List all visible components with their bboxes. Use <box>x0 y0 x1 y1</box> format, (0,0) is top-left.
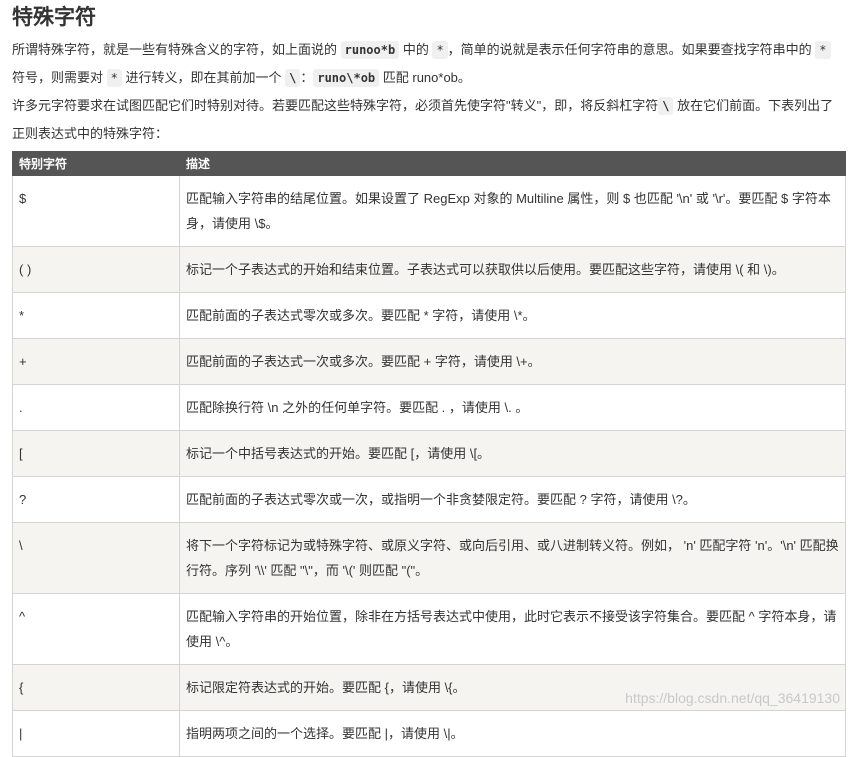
text-run: 符号，则需要对 <box>12 70 107 85</box>
cell-desc: 将下一个字符标记为或特殊字符、或原义字符、或向后引用、或八进制转义符。例如， '… <box>179 522 846 594</box>
table-row: ( ) 标记一个子表达式的开始和结束位置。子表达式可以获取供以后使用。要匹配这些… <box>12 246 846 293</box>
cell-desc: 匹配前面的子表达式零次或多次。要匹配 * 字符，请使用 \*。 <box>179 292 846 339</box>
inline-code: * <box>106 69 122 87</box>
table-row: [ 标记一个中括号表达式的开始。要匹配 [，请使用 \[。 <box>12 430 846 477</box>
text-run: ： <box>300 70 314 85</box>
cell-desc: 标记一个子表达式的开始和结束位置。子表达式可以获取供以后使用。要匹配这些字符，请… <box>179 246 846 293</box>
inline-code: runo\*ob <box>313 69 380 87</box>
text-run: 匹配 runo*ob。 <box>379 70 471 85</box>
cell-char: ? <box>12 476 180 523</box>
inline-code: * <box>432 41 448 59</box>
cell-desc: 匹配前面的子表达式一次或多次。要匹配 + 字符，请使用 \+。 <box>179 338 846 385</box>
table-row: | 指明两项之间的一个选择。要匹配 |，请使用 \|。 <box>12 710 846 757</box>
cell-char: ^ <box>12 593 180 665</box>
section-heading: 特殊字符 <box>12 5 96 29</box>
watermark: https://blog.csdn.net/qq_36419130 <box>625 690 840 706</box>
inline-code: \ <box>285 69 301 87</box>
cell-char: [ <box>12 430 180 477</box>
text-run: ，简单的说就是表示任何字符串的意思。如果要查找字符串中的 <box>447 42 816 57</box>
cell-char: \ <box>12 522 180 594</box>
inline-code: \ <box>658 97 674 115</box>
special-chars-table: 特别字符 描述 $ 匹配输入字符串的结尾位置。如果设置了 RegExp 对象的 … <box>12 151 846 757</box>
text-run: 许多元字符要求在试图匹配它们时特别对待。若要匹配这些特殊字符，必须首先使字符"转… <box>12 98 659 113</box>
table-row: ^ 匹配输入字符串的开始位置，除非在方括号表达式中使用，此时它表示不接受该字符集… <box>12 593 846 665</box>
text-run: 所谓特殊字符，就是一些有特殊含义的字符，如上面说的 <box>12 42 341 57</box>
inline-code: * <box>815 41 831 59</box>
cell-desc: 指明两项之间的一个选择。要匹配 |，请使用 \|。 <box>179 710 846 757</box>
table-header-row: 特别字符 描述 <box>12 151 846 176</box>
table-row: * 匹配前面的子表达式零次或多次。要匹配 * 字符，请使用 \*。 <box>12 292 846 339</box>
cell-char: + <box>12 338 180 385</box>
article: 特殊字符 所谓特殊字符，就是一些有特殊含义的字符，如上面说的 runoo*b 中… <box>0 0 850 757</box>
cell-char: . <box>12 384 180 431</box>
column-header-desc: 描述 <box>179 151 846 176</box>
cell-desc: 匹配除换行符 \n 之外的任何单字符。要匹配 . ，请使用 \. 。 <box>179 384 846 431</box>
text-run: 中的 <box>399 42 433 57</box>
table-row: . 匹配除换行符 \n 之外的任何单字符。要匹配 . ，请使用 \. 。 <box>12 384 846 431</box>
cell-desc: 匹配输入字符串的开始位置，除非在方括号表达式中使用，此时它表示不接受该字符集合。… <box>179 593 846 665</box>
cell-desc: 匹配前面的子表达式零次或一次，或指明一个非贪婪限定符。要匹配 ? 字符，请使用 … <box>179 476 846 523</box>
cell-char: | <box>12 710 180 757</box>
text-run: 进行转义，即在其前加一个 <box>121 70 286 85</box>
cell-desc: 标记一个中括号表达式的开始。要匹配 [，请使用 \[。 <box>179 430 846 477</box>
cell-desc: 匹配输入字符串的结尾位置。如果设置了 RegExp 对象的 Multiline … <box>179 175 846 247</box>
inline-code: runoo*b <box>340 41 400 59</box>
cell-char: ( ) <box>12 246 180 293</box>
table-row: ? 匹配前面的子表达式零次或一次，或指明一个非贪婪限定符。要匹配 ? 字符，请使… <box>12 476 846 523</box>
cell-char: $ <box>12 175 180 247</box>
table-row: + 匹配前面的子表达式一次或多次。要匹配 + 字符，请使用 \+。 <box>12 338 846 385</box>
table-row: \ 将下一个字符标记为或特殊字符、或原义字符、或向后引用、或八进制转义符。例如，… <box>12 522 846 594</box>
intro-paragraph-2: 许多元字符要求在试图匹配它们时特别对待。若要匹配这些特殊字符，必须首先使字符"转… <box>12 92 846 147</box>
column-header-char: 特别字符 <box>12 151 180 176</box>
cell-char: { <box>12 664 180 711</box>
cell-char: * <box>12 292 180 339</box>
table-row: $ 匹配输入字符串的结尾位置。如果设置了 RegExp 对象的 Multilin… <box>12 175 846 247</box>
intro-paragraph-1: 所谓特殊字符，就是一些有特殊含义的字符，如上面说的 runoo*b 中的 * ，简… <box>12 36 846 92</box>
